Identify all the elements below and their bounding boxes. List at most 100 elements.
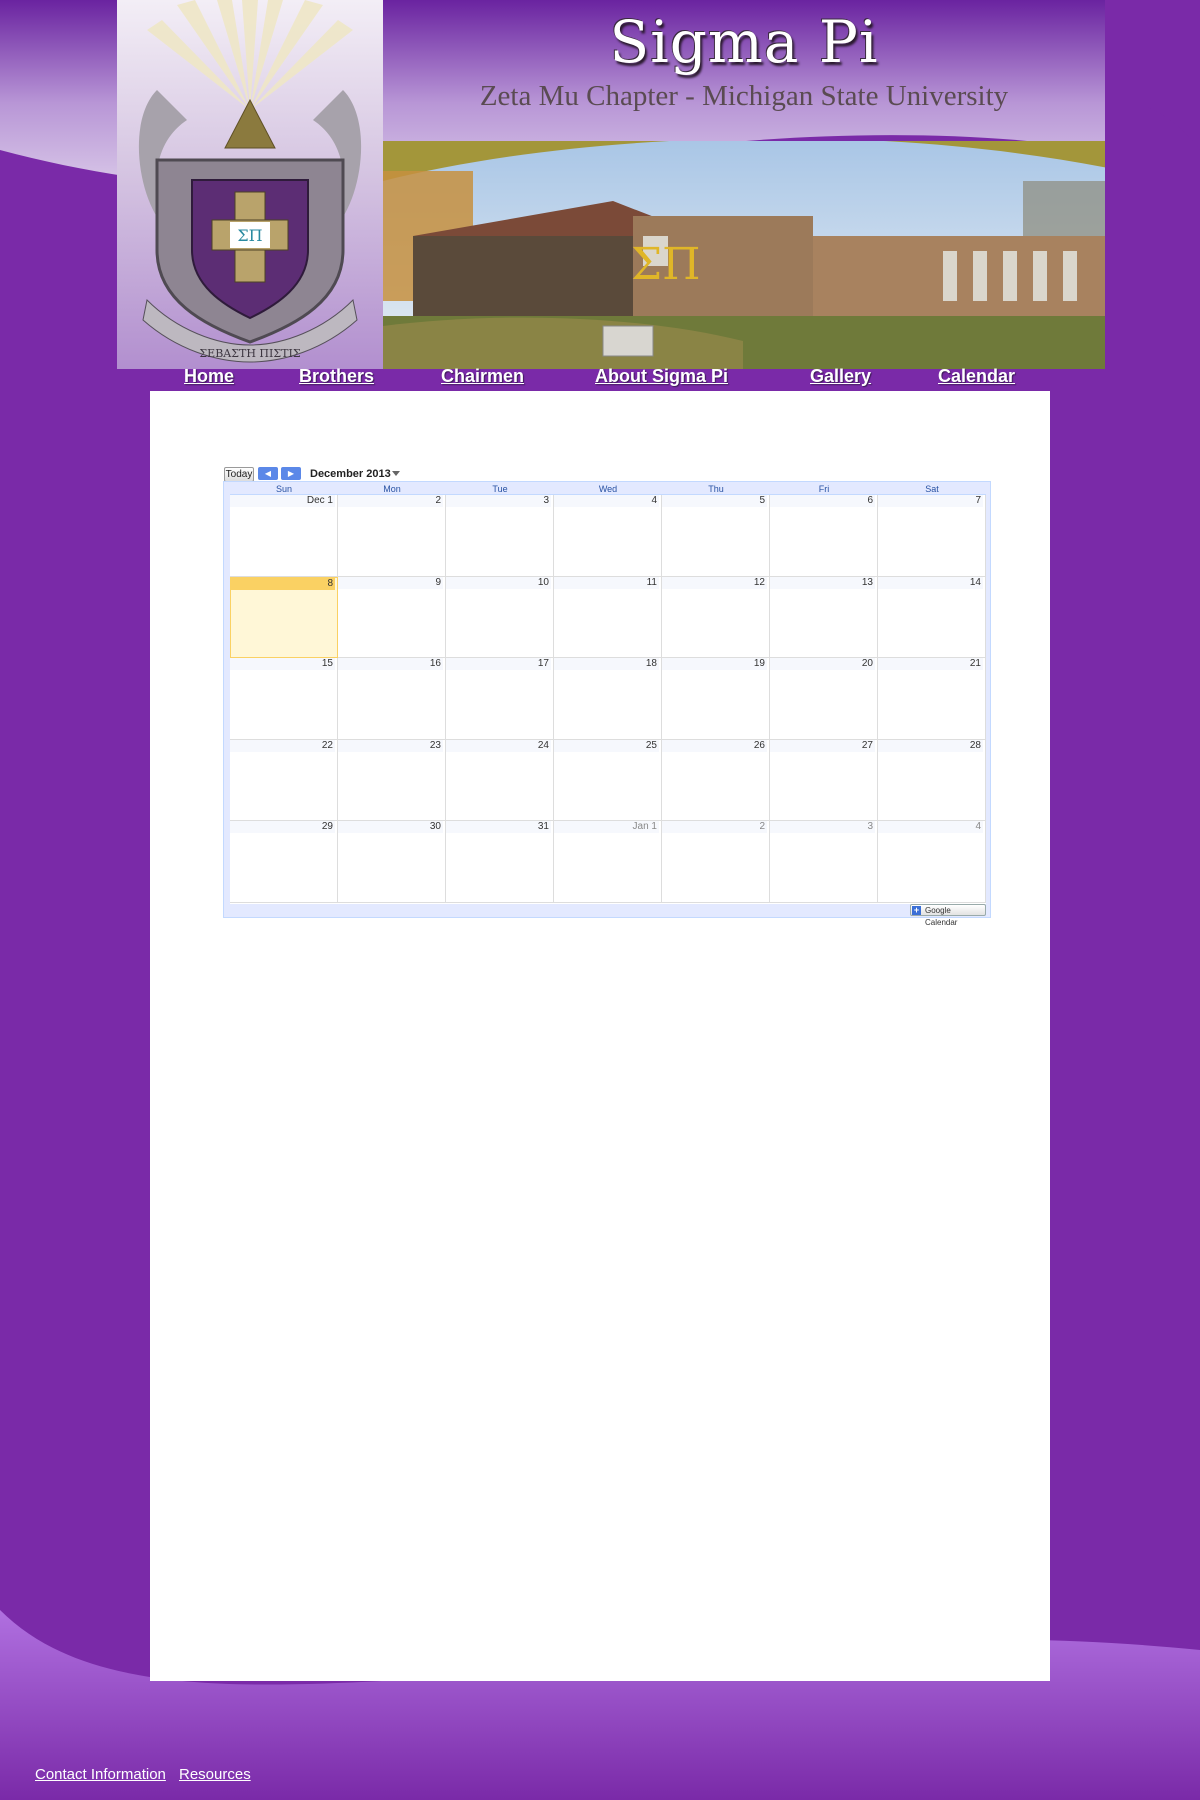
day-number: 14 — [878, 576, 983, 589]
day-number: 13 — [770, 576, 875, 589]
calendar-day[interactable]: 27 — [770, 739, 878, 822]
day-number: 15 — [230, 658, 335, 671]
calendar-day[interactable]: 23 — [338, 739, 446, 822]
weekday-label: Mon — [383, 484, 401, 494]
day-number: 9 — [338, 576, 443, 589]
calendar-day[interactable]: 10 — [446, 576, 554, 659]
calendar-day[interactable]: 11 — [554, 576, 662, 659]
weekday-header: Sun Mon Tue Wed Thu Fri Sat — [230, 484, 986, 494]
weekday-label: Wed — [598, 484, 618, 494]
prev-month-icon[interactable]: ◀ — [258, 467, 278, 480]
crest-logo: ΣΠ ΣΕΒΑΣΤΗ ΠΙΣΤΙΣ — [117, 0, 383, 369]
calendar-day[interactable]: 25 — [554, 739, 662, 822]
crest-icon: ΣΠ ΣΕΒΑΣΤΗ ΠΙΣΤΙΣ — [138, 0, 362, 363]
day-number: 3 — [770, 821, 875, 834]
calendar-day[interactable]: Dec 1 — [230, 495, 338, 577]
calendar-day[interactable]: 12 — [662, 576, 770, 659]
nav-gallery[interactable]: Gallery — [810, 366, 871, 387]
site-title: Sigma Pi — [609, 8, 879, 76]
footer-resources-link[interactable]: Resources — [179, 1766, 251, 1783]
chapter-house-photo: ΣΠ — [383, 141, 1105, 369]
calendar-day[interactable]: 3 — [770, 821, 878, 903]
google-calendar-badge[interactable]: + Google Calendar — [910, 904, 986, 927]
day-number: 21 — [878, 658, 983, 671]
next-month-icon[interactable]: ▶ — [281, 467, 301, 480]
calendar-day[interactable]: 21 — [878, 658, 986, 740]
calendar-day[interactable]: 9 — [338, 576, 446, 659]
calendar-day[interactable]: 20 — [770, 658, 878, 740]
calendar-day[interactable]: 13 — [770, 576, 878, 659]
calendar-frame: Sun Mon Tue Wed Thu Fri Sat Dec 1 2 3 4 5 6 7 8 9 10 11 1… — [223, 481, 991, 927]
day-number: 4 — [554, 495, 659, 507]
calendar-day[interactable]: 16 — [338, 658, 446, 740]
weekday-label: Sat — [925, 484, 939, 494]
footer-contact-link[interactable]: Contact Information — [35, 1766, 166, 1783]
today-button[interactable]: Today — [224, 467, 254, 482]
nav-calendar[interactable]: Calendar — [938, 366, 1015, 387]
footer-links: Contact Information Resources — [35, 1766, 435, 1788]
calendar-day-today[interactable]: 8 — [230, 576, 338, 659]
calendar-day[interactable]: 17 — [446, 658, 554, 740]
nav-chairmen[interactable]: Chairmen — [441, 366, 524, 387]
weekday-label: Tue — [492, 484, 508, 494]
day-number: 7 — [878, 495, 983, 507]
day-number: 26 — [662, 739, 767, 752]
crest-letters: ΣΠ — [237, 226, 262, 245]
day-number: 20 — [770, 658, 875, 671]
calendar-day[interactable]: 19 — [662, 658, 770, 740]
calendar-day[interactable]: 2 — [662, 821, 770, 903]
plus-icon: + — [912, 905, 921, 915]
site-header: ΣΠ ΣΕΒΑΣΤΗ ΠΙΣΤΙΣ Sigma Pi Zeta Mu Chapt… — [117, 0, 1105, 369]
house-letters: ΣΠ — [631, 239, 700, 290]
day-number: Jan 1 — [554, 821, 659, 834]
calendar-toolbar: Today ◀ ▶ December 2013 — [223, 466, 991, 482]
day-number: 22 — [230, 739, 335, 752]
day-number: 12 — [662, 576, 767, 589]
month-grid: Dec 1 2 3 4 5 6 7 8 9 10 11 12 13 14 15 16 17 18 19 20 21 22 2… — [230, 494, 986, 904]
main-nav: Home Brothers Chairmen About Sigma Pi Ga… — [150, 366, 1050, 392]
nav-about[interactable]: About Sigma Pi — [595, 366, 728, 387]
calendar-day[interactable]: 30 — [338, 821, 446, 903]
weekday-label: Sun — [275, 484, 292, 494]
nav-brothers[interactable]: Brothers — [299, 366, 374, 387]
google-calendar-label: Google Calendar — [925, 906, 958, 927]
calendar-day[interactable]: 7 — [878, 495, 986, 577]
calendar-day[interactable]: 4 — [878, 821, 986, 903]
chevron-down-icon[interactable] — [392, 471, 400, 476]
calendar-day[interactable]: 18 — [554, 658, 662, 740]
calendar-day[interactable]: 15 — [230, 658, 338, 740]
calendar-day[interactable]: Jan 1 — [554, 821, 662, 903]
nav-home[interactable]: Home — [184, 366, 234, 387]
calendar-day[interactable]: 31 — [446, 821, 554, 903]
day-number: 2 — [338, 495, 443, 507]
day-number: 18 — [554, 658, 659, 671]
day-number: 17 — [446, 658, 551, 671]
calendar-day[interactable]: 22 — [230, 739, 338, 822]
calendar-day[interactable]: 28 — [878, 739, 986, 822]
day-number: 30 — [338, 821, 443, 834]
calendar-day[interactable]: 24 — [446, 739, 554, 822]
crest-motto: ΣΕΒΑΣΤΗ ΠΙΣΤΙΣ — [199, 347, 300, 360]
day-number: 6 — [770, 495, 875, 507]
calendar-day[interactable]: 14 — [878, 576, 986, 659]
day-number: 24 — [446, 739, 551, 752]
day-number: 25 — [554, 739, 659, 752]
day-number: 29 — [230, 821, 335, 834]
calendar-day[interactable]: 4 — [554, 495, 662, 577]
day-number: 31 — [446, 821, 551, 834]
day-number: Dec 1 — [230, 495, 335, 507]
calendar-day[interactable]: 5 — [662, 495, 770, 577]
month-label[interactable]: December 2013 — [310, 467, 391, 481]
calendar-day[interactable]: 6 — [770, 495, 878, 577]
weekday-label: Thu — [708, 484, 724, 494]
calendar-day[interactable]: 2 — [338, 495, 446, 577]
site-title-block: Sigma Pi Zeta Mu Chapter - Michigan Stat… — [383, 0, 1105, 113]
site-subtitle: Zeta Mu Chapter - Michigan State Univers… — [479, 80, 1009, 112]
day-number: 23 — [338, 739, 443, 752]
day-number: 27 — [770, 739, 875, 752]
day-number: 11 — [554, 576, 659, 589]
calendar-day[interactable]: 26 — [662, 739, 770, 822]
calendar-day[interactable]: 3 — [446, 495, 554, 577]
calendar-day[interactable]: 29 — [230, 821, 338, 903]
weekday-label: Fri — [818, 484, 830, 494]
